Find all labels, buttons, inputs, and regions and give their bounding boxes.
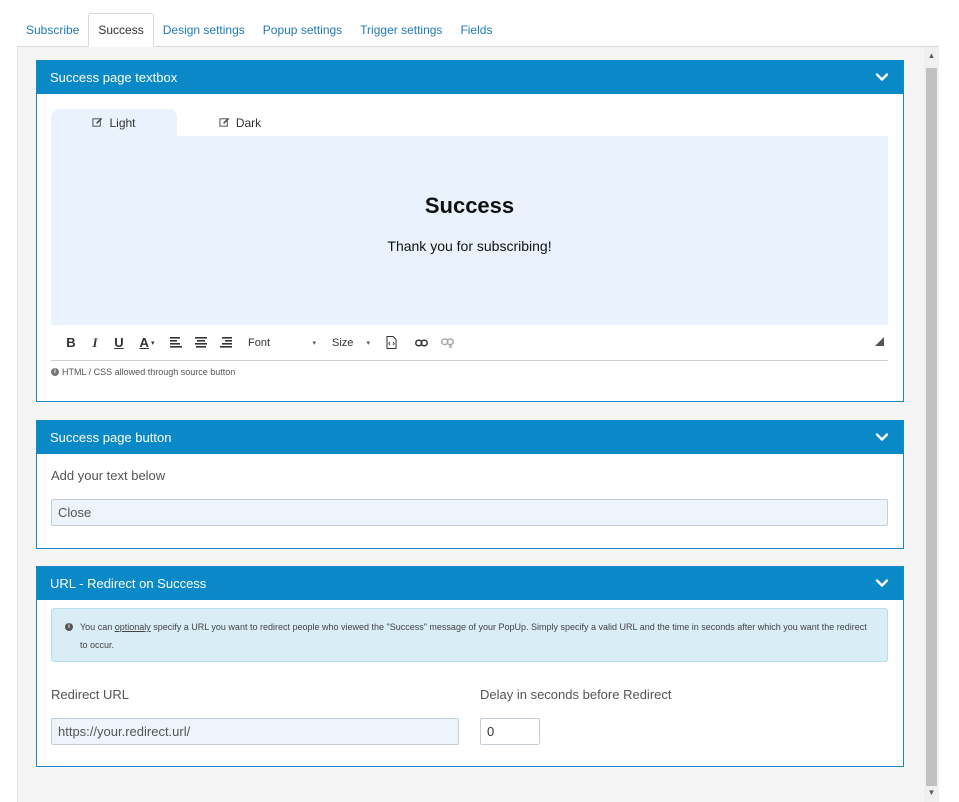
remove-link-button[interactable] [436,333,458,353]
unlink-icon [440,337,454,348]
edit-icon [92,117,103,127]
redirect-info-alert: i You can optionaly specify a URL you wa… [51,608,888,662]
source-code-icon [386,336,396,349]
underline-button[interactable]: U [107,333,131,353]
tab-popup-settings[interactable]: Popup settings [254,13,351,46]
helper-text: HTML / CSS allowed through source button [62,367,236,377]
font-size-select[interactable]: Size ▾ [322,333,376,353]
panel-header[interactable]: URL - Redirect on Success [37,567,903,600]
bold-button[interactable]: B [59,333,83,353]
redirect-delay-input[interactable]: 0 [480,718,540,745]
redirect-url-input[interactable]: https://your.redirect.url/ [51,718,459,745]
redirect-url-label: Redirect URL [51,687,130,702]
tab-success[interactable]: Success [88,13,154,47]
edit-icon [219,117,229,127]
align-right-icon [219,337,232,348]
chevron-down-icon[interactable] [875,576,889,590]
resize-handle-icon[interactable] [875,337,884,346]
align-right-button[interactable] [213,333,238,353]
info-text-after: specify a URL you want to redirect peopl… [80,622,867,650]
align-left-button[interactable] [163,333,188,353]
caret-down-icon: ▾ [366,339,370,347]
editor-tab-label: Dark [235,115,262,130]
chevron-down-icon[interactable] [875,70,889,84]
source-code-button[interactable] [376,333,406,353]
panel-success-button: Success page button Add your text below … [36,420,904,549]
editor-helper-text: i HTML / CSS allowed through source butt… [51,367,235,377]
panel-url-redirect: URL - Redirect on Success i You can opti… [36,566,904,767]
info-text-before: You can [80,622,115,632]
scrollbar-thumb[interactable] [926,68,937,786]
align-center-icon [194,337,207,348]
font-family-select[interactable]: Font ▾ [238,333,322,353]
info-icon: i [51,368,59,376]
size-select-label: Size [332,336,354,349]
settings-tabs: Subscribe Success Design settings Popup … [17,13,939,47]
button-text-label: Add your text below [51,468,166,483]
redirect-delay-label: Delay in seconds before Redirect [480,687,672,702]
panel-title: URL - Redirect on Success [50,576,207,591]
link-icon [414,338,428,347]
font-color-button[interactable]: A ▾ [131,333,163,353]
align-center-button[interactable] [188,333,213,353]
success-message: Thank you for subscribing! [387,238,552,254]
info-icon: i [65,623,73,631]
font-color-label: A [139,335,149,350]
caret-down-icon: ▾ [312,339,316,347]
editor-tab-light[interactable]: Light [51,109,177,136]
info-text-emphasis: optionaly [114,622,151,632]
success-heading: Success [424,193,515,218]
tab-design-settings[interactable]: Design settings [154,13,254,46]
panel-title: Success page textbox [50,70,178,85]
caret-down-icon: ▾ [150,339,155,347]
scroll-up-arrow-icon[interactable]: ▲ [924,47,939,65]
rich-text-editor-content[interactable]: Success Thank you for subscribing! [51,136,888,325]
editor-tab-label: Light [109,115,136,130]
tab-subscribe[interactable]: Subscribe [17,13,88,46]
button-text-input[interactable]: Close [51,499,888,526]
vertical-scrollbar[interactable]: ▲ ▼ [924,47,939,802]
panel-title: Success page button [50,430,172,445]
font-select-label: Font [248,336,271,349]
chevron-down-icon[interactable] [875,430,889,444]
panel-success-textbox: Success page textbox Light Dark Success … [36,60,904,402]
scroll-down-arrow-icon[interactable]: ▼ [924,784,939,802]
insert-link-button[interactable] [406,333,436,353]
editor-tab-dark[interactable]: Dark [177,109,303,136]
editor-toolbar: B I U A ▾ Font ▾ Size ▾ [51,325,888,361]
italic-button[interactable]: I [83,333,107,353]
align-left-icon [169,337,182,348]
editor-theme-tabs: Light Dark [51,109,303,136]
tab-trigger-settings[interactable]: Trigger settings [351,13,451,46]
panel-header[interactable]: Success page button [37,421,903,454]
panel-header[interactable]: Success page textbox [37,61,903,94]
tab-fields[interactable]: Fields [451,13,501,46]
